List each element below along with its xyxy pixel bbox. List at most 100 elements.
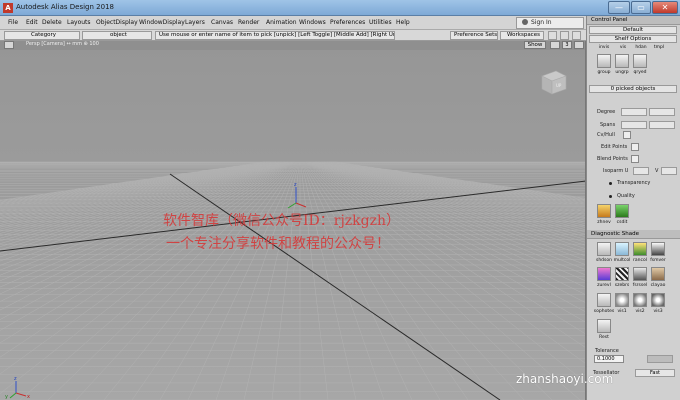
menu-file[interactable]: File	[8, 19, 18, 26]
preference-sets-button[interactable]: Preference Sets	[450, 31, 498, 40]
menu-render[interactable]: Render	[238, 19, 259, 26]
shelf-options-dropdown[interactable]: Shelf Options	[589, 35, 677, 43]
watermark-line-1: 软件智库（微信公众号ID：rjzkgzh）	[163, 213, 401, 229]
watermark-line-2: 一个专注分享软件和教程的公众号！	[166, 236, 390, 252]
edit-points-checkbox[interactable]	[631, 143, 639, 151]
tolerance-slider[interactable]	[647, 355, 673, 363]
shdson-icon[interactable]	[597, 242, 611, 256]
quality-label: Quality	[617, 193, 635, 199]
alias-logo-icon: A	[3, 3, 13, 13]
vis1-icon[interactable]	[615, 293, 629, 307]
picked-objects-dropdown[interactable]: 0 picked objects	[589, 85, 677, 93]
menu-objectdisplay[interactable]: ObjectDisplay	[96, 19, 138, 26]
isoparm-u-field[interactable]	[633, 167, 649, 175]
window-title: Autodesk Alias Design 2018	[16, 3, 114, 11]
viewport-menu-icon[interactable]	[4, 41, 14, 49]
menu-layouts[interactable]: Layouts	[67, 19, 91, 26]
menu-canvas[interactable]: Canvas	[211, 19, 233, 26]
menu-bar: File Edit Delete Layouts ObjectDisplay W…	[0, 16, 586, 30]
workspaces-button[interactable]: Workspaces	[500, 31, 544, 40]
perspective-viewport[interactable]: z z x y Persp [Camera] ↔ mm ⊕ 100 Show 3 UP…	[0, 41, 586, 400]
show-button[interactable]: Show	[524, 41, 546, 49]
transparency-radio[interactable]	[609, 182, 612, 185]
corner-z-label: z	[14, 376, 17, 382]
sign-in-label: Sign In	[531, 19, 552, 26]
zurevl-icon[interactable]	[597, 267, 611, 281]
menu-windowdisplay[interactable]: WindowDisplay	[139, 19, 185, 26]
isoparm-v-label: V	[655, 168, 659, 174]
edit-points-label: Edit Points	[601, 144, 628, 150]
menu-layers[interactable]: Layers	[185, 19, 205, 26]
blend-points-label: Blend Points	[597, 156, 628, 162]
prompt-bar: Category object Use mouse or enter name …	[0, 30, 586, 41]
sophotes-icon[interactable]	[597, 293, 611, 307]
spans-field[interactable]	[621, 121, 647, 129]
viewport-count-badge[interactable]: 3	[562, 41, 572, 49]
viewport-header: Persp [Camera] ↔ mm ⊕ 100 Show 3	[0, 41, 585, 50]
menu-delete[interactable]: Delete	[42, 19, 62, 26]
sign-in-button[interactable]: Sign In	[516, 17, 584, 29]
fsrssel-icon[interactable]	[633, 267, 647, 281]
ungroup-tool-icon[interactable]	[615, 54, 629, 68]
menu-utilities[interactable]: Utilities	[369, 19, 392, 26]
viewport-label: Persp [Camera] ↔ mm ⊕ 100	[26, 41, 99, 47]
spans-field-2[interactable]	[649, 121, 675, 129]
menu-help[interactable]: Help	[396, 19, 410, 26]
tessellator-dropdown[interactable]: Fast	[635, 369, 675, 377]
multcol-icon[interactable]	[615, 242, 629, 256]
szebrs-icon[interactable]	[615, 267, 629, 281]
rancol-icon[interactable]	[633, 242, 647, 256]
transparency-label: Transparency	[617, 180, 651, 186]
viewport-settings-icon[interactable]	[550, 41, 560, 49]
tool-label-csdit: csdit	[616, 220, 628, 225]
isoparm-label: Isoparm U	[603, 168, 629, 174]
group-tool-icon[interactable]	[597, 54, 611, 68]
axis-line-x	[169, 173, 501, 400]
rest-icon[interactable]	[597, 319, 611, 333]
degree-field-2[interactable]	[649, 108, 675, 116]
menu-windows[interactable]: Windows	[299, 19, 326, 26]
close-button[interactable]: ✕	[652, 1, 678, 14]
corner-y-label: y	[5, 394, 8, 400]
clayao-icon[interactable]	[651, 267, 665, 281]
fsmver-icon[interactable]	[651, 242, 665, 256]
maximize-button[interactable]: ▭	[631, 1, 651, 14]
viewcube-label: UP	[556, 83, 562, 88]
user-icon	[522, 19, 528, 25]
csdit-tool-icon[interactable]	[615, 204, 629, 218]
layout-icon[interactable]	[548, 31, 557, 40]
corner-y-axis	[9, 392, 17, 399]
control-panel-title: Control Panel	[587, 16, 680, 25]
spans-label: Spans	[600, 122, 616, 128]
menu-animation[interactable]: Animation	[266, 19, 297, 26]
object-field[interactable]: object	[82, 31, 152, 40]
query-edit-tool-icon[interactable]	[633, 54, 647, 68]
corner-x-axis	[15, 392, 27, 397]
grid-lines	[0, 161, 585, 400]
blend-points-checkbox[interactable]	[631, 155, 639, 163]
category-field[interactable]: Category	[4, 31, 80, 40]
viewcube-icon[interactable]: UP	[538, 67, 568, 95]
tolerance-input[interactable]: 0.1000	[594, 355, 624, 363]
origin-z-label: z	[294, 182, 297, 188]
degree-field[interactable]	[621, 108, 647, 116]
quality-radio[interactable]	[609, 195, 612, 198]
vis2-icon[interactable]	[633, 293, 647, 307]
default-dropdown[interactable]: Default	[589, 26, 677, 34]
diag-label-rest: Rest	[599, 335, 609, 340]
viewport-close-icon[interactable]	[574, 41, 584, 49]
zhnev-tool-icon[interactable]	[597, 204, 611, 218]
control-panel: Control Panel Default Shelf Options invi…	[586, 16, 680, 400]
grid-icon[interactable]	[560, 31, 569, 40]
site-watermark: zhanshaoyi.com	[516, 372, 614, 386]
menu-preferences[interactable]: Preferences	[330, 19, 365, 26]
menu-edit[interactable]: Edit	[26, 19, 38, 26]
diag-label-clayao: clayao	[650, 283, 666, 288]
cvhull-label: Cv/Hull	[597, 132, 615, 138]
camera-icon[interactable]	[572, 31, 581, 40]
minimize-button[interactable]: —	[608, 1, 630, 14]
cvhull-checkbox[interactable]	[623, 131, 631, 139]
vis3-icon[interactable]	[651, 293, 665, 307]
shelf-label-qryed: qryed	[633, 70, 647, 75]
isoparm-v-field[interactable]	[661, 167, 677, 175]
